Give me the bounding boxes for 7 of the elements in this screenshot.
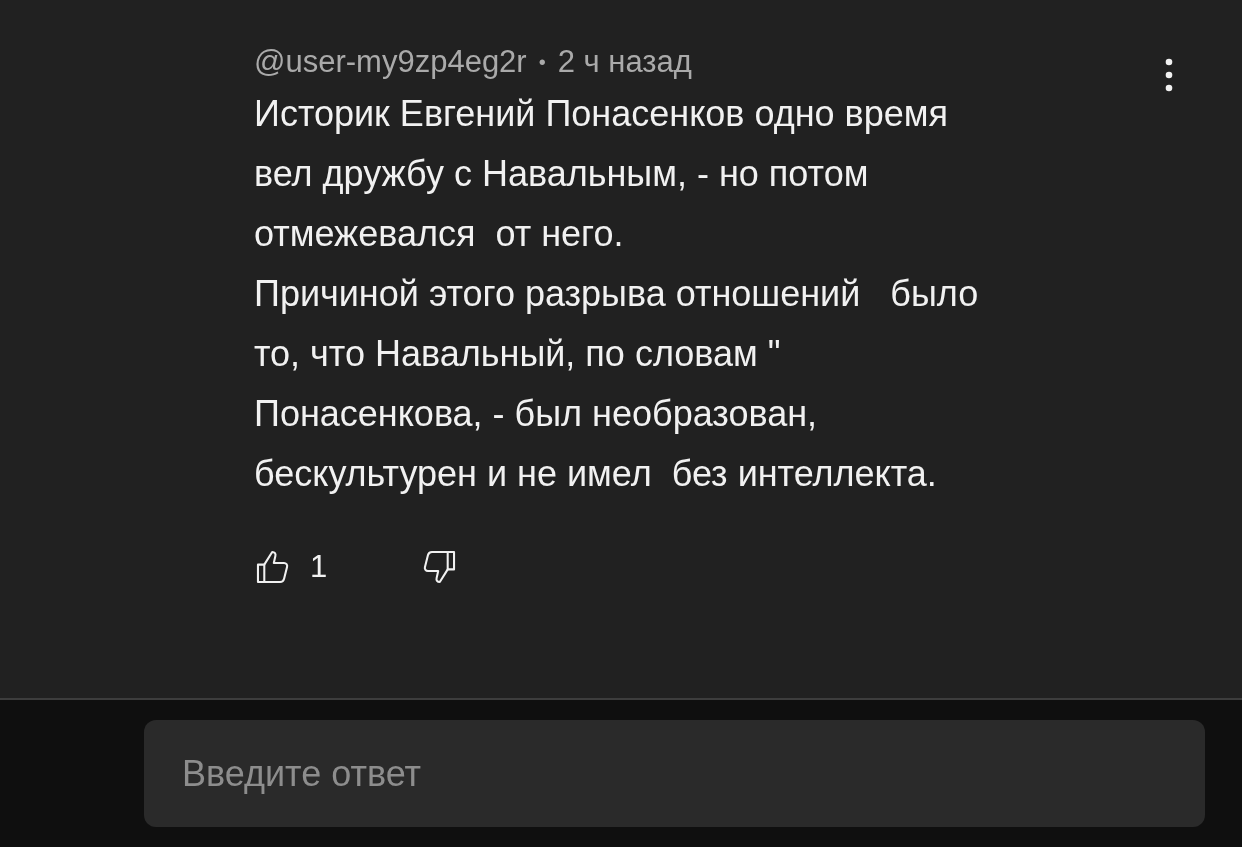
comment-time: 2 ч назад [557, 44, 692, 80]
more-options-icon[interactable] [1165, 58, 1173, 92]
author-name[interactable]: @user-my9zp4eg2r [254, 44, 527, 80]
reply-field[interactable]: Введите ответ [144, 720, 1205, 827]
separator-dot: • [538, 50, 546, 74]
comment-text: Историк Евгений Понасенков одно время вел дружбу с Навальным, - но потом отмежевался от него. Причиной этого разрыва отношений было то, что Навальный, по словам " Понасенкова, - был необразован, бескультурен и не имел без интеллекта. [254, 92, 980, 496]
like-count: 1 [310, 549, 329, 585]
